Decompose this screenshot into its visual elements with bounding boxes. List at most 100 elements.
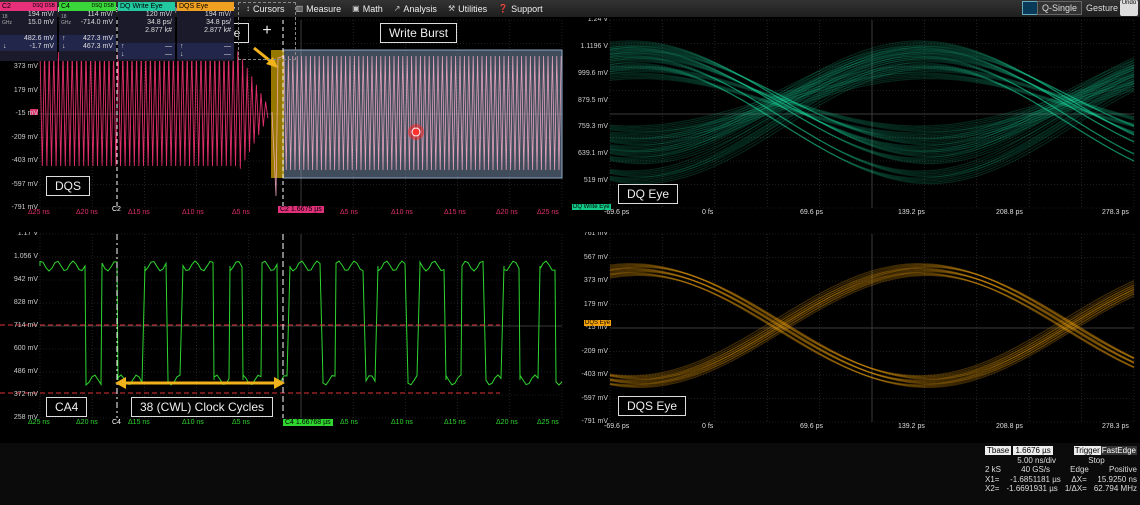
x-tick-label: Δ15 ns	[128, 419, 150, 426]
c2-cursor-label: C2	[112, 206, 121, 213]
descriptor-header: DQS Eye	[177, 2, 234, 11]
timebase-scale: 5.00 ns/div	[1017, 455, 1056, 465]
sample-rate: 40 GS/s	[1021, 465, 1051, 475]
x-tick-label: Δ10 ns	[182, 419, 204, 426]
x-tick-label: Δ25 ns	[28, 209, 50, 216]
x-tick-label: 278.3 ps	[1102, 209, 1129, 216]
descriptor-arrow: ↓	[180, 51, 184, 58]
descriptor-bandwidth: 18 GHz	[2, 14, 12, 26]
x-tick-label: Δ20 ns	[76, 209, 98, 216]
y-tick-label: 372 mV	[13, 391, 38, 398]
y-tick-label: 486 mV	[13, 368, 38, 375]
descriptor-row: 194 mV/	[177, 11, 234, 19]
x1-label: X1=	[985, 474, 1000, 484]
dx-label: ΔX=	[1071, 474, 1087, 484]
menu-measure[interactable]: ▥ Measure	[292, 4, 349, 14]
y-tick-label: -403 mV	[581, 371, 608, 378]
support-icon: ❓	[498, 4, 509, 13]
x-tick-label: Δ5 ns	[340, 419, 358, 426]
tbase-value: 1.6676 µs	[1013, 446, 1053, 455]
descriptor-row: 34.8 ps/	[118, 19, 175, 27]
analysis-icon: ↗	[393, 4, 401, 13]
x-tick-label: 139.2 ps	[898, 209, 925, 216]
y-tick-label: 761 mV	[583, 232, 608, 237]
x-tick-label: 278.3 ps	[1102, 423, 1129, 430]
y-tick-label: 879.5 mV	[578, 96, 608, 104]
menu-label: Utilities	[458, 3, 488, 14]
y-tick-label: 1.24 V	[587, 18, 608, 23]
y-tick-label: -597 mV	[11, 180, 38, 188]
y-tick-label: 519 mV	[583, 177, 608, 185]
menu-label: Support	[511, 3, 543, 14]
descriptor-value: —	[165, 51, 172, 58]
dqs-waveform-pre	[39, 50, 269, 169]
descriptor-arrow: ↑	[121, 43, 125, 50]
descriptor-value: 194 mV/	[27, 11, 54, 18]
menu-analysis[interactable]: ↗ Analysis	[390, 4, 444, 14]
menu-utilities[interactable]: ⚒ Utilities	[444, 4, 494, 14]
add-trace-button[interactable]: +	[238, 2, 296, 60]
clock-cycles-label: 38 (CWL) Clock Cycles	[131, 397, 274, 417]
y-tick-label: -209 mV	[581, 347, 608, 355]
descriptor-value: 34.8 ps/	[206, 19, 231, 26]
descriptor-row: ↑ —	[177, 43, 234, 51]
descriptor-bar	[0, 443, 1140, 505]
descriptor-row: ↓ —	[177, 51, 234, 59]
descriptor-c4[interactable]: C4 DSQ DSB 18 GHz 114 mV/-714.0 mV ↑ 427.3 mV…	[59, 2, 116, 61]
descriptor-row: 120 mV/	[118, 11, 175, 19]
inv-dx-label: 1/ΔX=	[1064, 484, 1087, 494]
timebase-trigger-readout[interactable]: Tbase 1.6676 µs Trigger FastEdge 5.00 ns/…	[985, 446, 1137, 494]
descriptor-value: 34.8 ps/	[147, 19, 172, 26]
descriptor-header: C4 DSQ DSB	[59, 2, 116, 11]
ca4-cursor-readout: C4 1.66768 µs	[283, 419, 333, 426]
y-tick-label: 567 mV	[583, 253, 608, 261]
dqs-cursor-readout: C2 1.6675 µs	[278, 206, 324, 213]
descriptor-value: 2.877 k#	[145, 27, 172, 34]
descriptor-name: DQS Eye	[179, 3, 209, 10]
menu-support[interactable]: ❓ Support	[494, 4, 550, 14]
undo-button[interactable]: Undo	[1120, 0, 1138, 16]
gesture-label[interactable]: Gesture	[1086, 3, 1118, 13]
y-tick-label: 1.17 V	[17, 232, 38, 237]
trigger-state: Stop	[1088, 455, 1105, 465]
dx-value: 15.9250 ns	[1097, 474, 1137, 484]
descriptor-row: 482.6 mV	[0, 35, 57, 43]
descriptor-value: 427.3 mV	[83, 35, 113, 42]
trigger-mode-button[interactable]: Q-Single	[1036, 1, 1082, 15]
y-tick-label: 373 mV	[13, 63, 38, 70]
x-tick-label: Δ20 ns	[496, 209, 518, 216]
descriptor-value: 482.6 mV	[24, 35, 54, 42]
descriptor-value: 194 mV/	[204, 11, 231, 18]
dq-eye-label: DQ Eye	[618, 184, 679, 204]
y-tick-label: 373 mV	[583, 277, 608, 284]
x1-value: -1.6851181 µs	[1010, 474, 1061, 484]
descriptor-row: ↑ 427.3 mV	[59, 35, 116, 43]
x-tick-label: Δ20 ns	[76, 419, 98, 426]
x-tick-label: Δ5 ns	[340, 209, 358, 216]
x-tick-label: -69.6 ps	[604, 423, 630, 430]
descriptor-arrow	[177, 19, 180, 27]
descriptor-dq-write-eye[interactable]: DQ Write Eye 120 mV/34.8 ps/2.877 k# ↑ — ↓ —	[118, 2, 175, 61]
x-tick-label: 208.8 ps	[996, 423, 1023, 430]
dq-eye-panel[interactable]: DQ Eye 1.24 V 1.1196 V 999.6 mV 879.5 mV 759…	[568, 18, 1140, 228]
x-tick-label: Δ20 ns	[496, 419, 518, 426]
x-tick-label: Δ10 ns	[182, 209, 204, 216]
descriptor-arrow	[177, 11, 180, 19]
x-tick-label: Δ25 ns	[537, 419, 559, 426]
y-tick-label: -403 mV	[11, 157, 38, 164]
descriptor-header: C2 DSQ DSB	[0, 2, 57, 11]
descriptor-value: 2.877 k#	[204, 27, 231, 34]
ca4-waveform-panel[interactable]: CA4 38 (CWL) Clock Cycles C4 1.66768 µs …	[0, 232, 566, 438]
dqs-eye-panel[interactable]: DQS Eye 761 mV 567 mV 373 mV 179 mV -15 mV -2…	[568, 232, 1140, 438]
x-tick-label: -69.6 ps	[604, 209, 630, 216]
menu-math[interactable]: ▣ Math	[348, 4, 390, 14]
descriptor-value: -1.7 mV	[29, 43, 54, 50]
write-burst-label: Write Burst	[380, 23, 458, 43]
descriptor-dqs-eye[interactable]: DQS Eye 194 mV/34.8 ps/2.877 k# ↑ — ↓ —	[177, 2, 234, 61]
y-tick-label: 828 mV	[13, 299, 38, 306]
x-tick-label: 69.6 ps	[800, 423, 823, 430]
descriptor-arrow	[0, 35, 3, 43]
trigger-slope: Positive	[1108, 465, 1137, 475]
menu-label: Math	[362, 3, 383, 14]
descriptor-c2[interactable]: C2 DSQ DSB 18 GHz 194 mV/15.0 mV 482.6 mV ↓ -1…	[0, 2, 57, 61]
